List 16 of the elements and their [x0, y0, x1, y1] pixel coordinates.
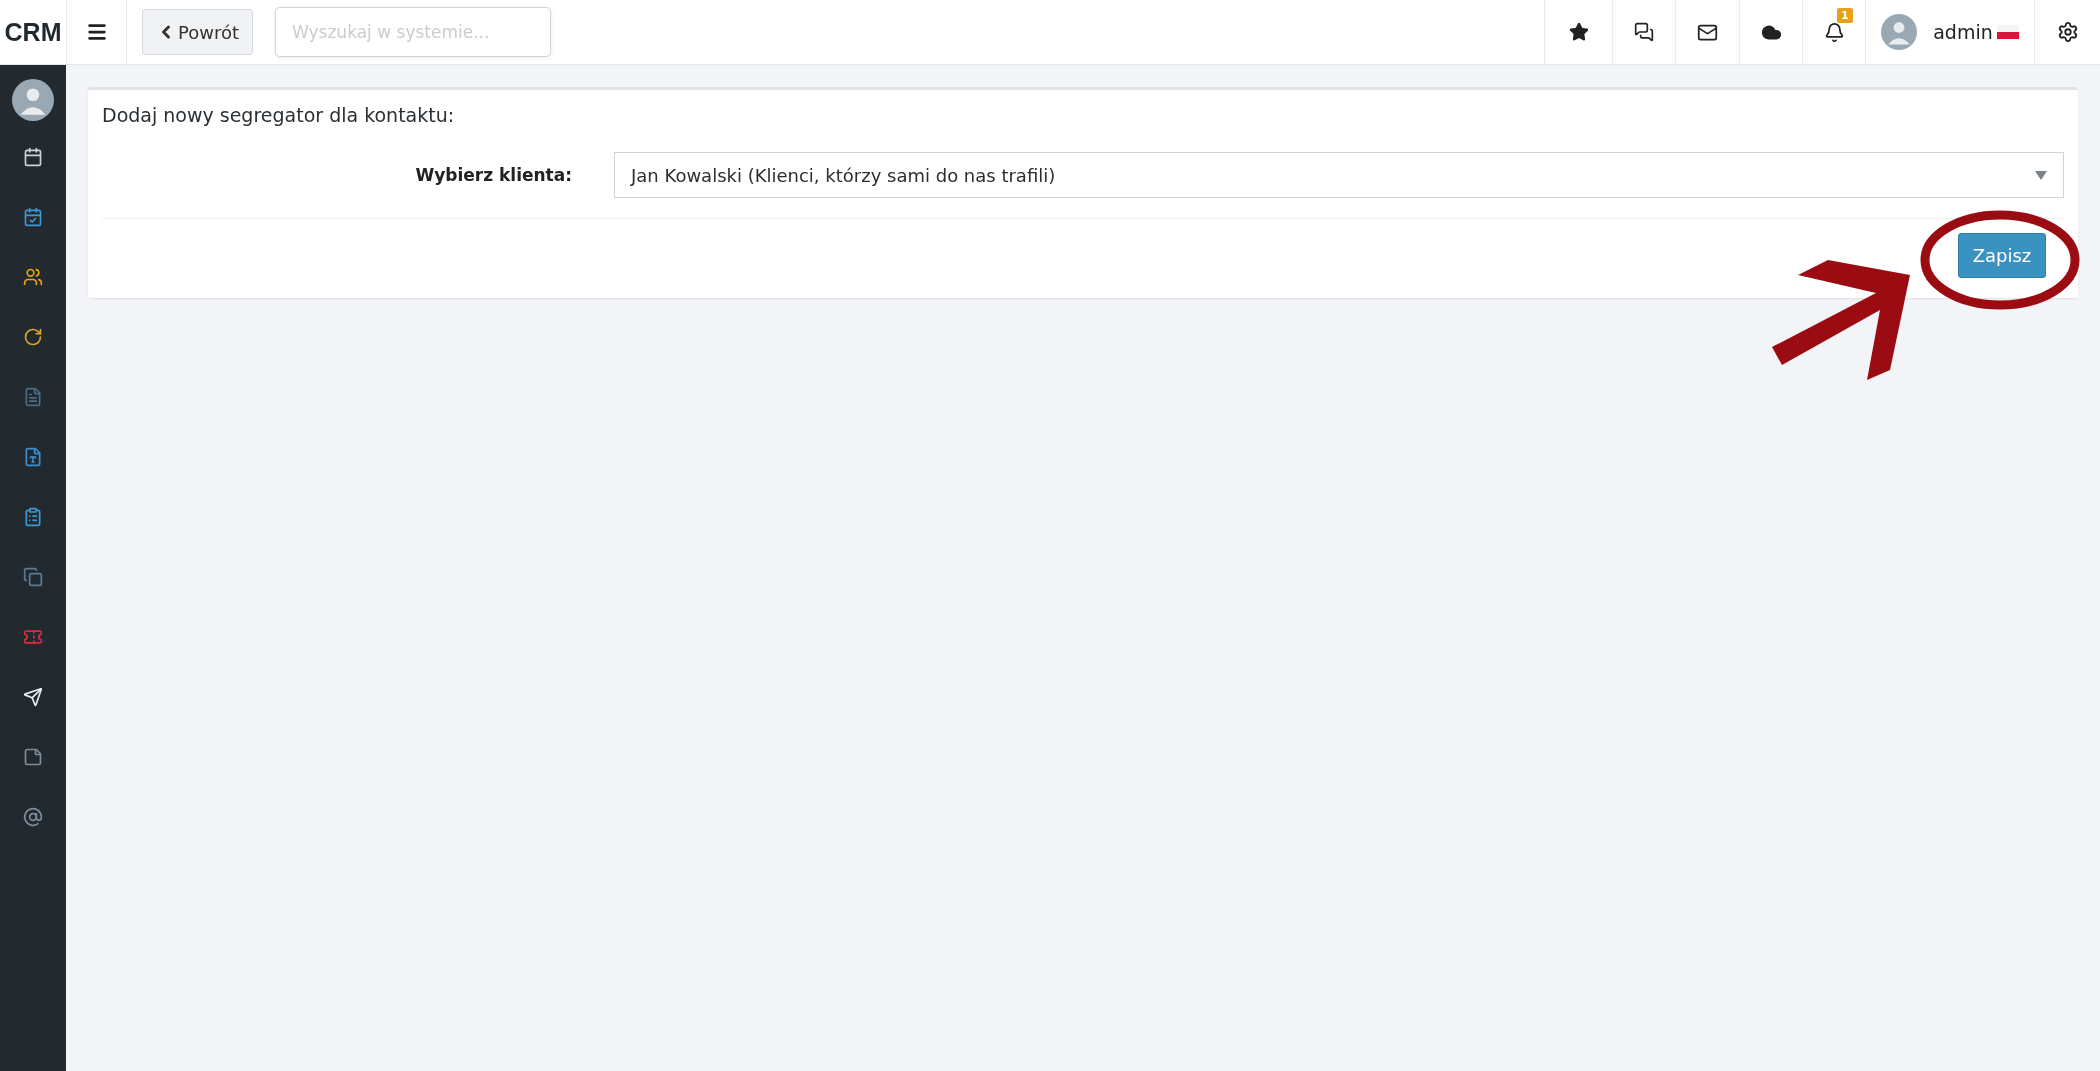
form-title: Dodaj nowy segregator dla kontaktu:: [102, 104, 456, 126]
app-logo[interactable]: CRM: [0, 0, 66, 64]
back-button[interactable]: Powrót: [142, 9, 253, 55]
star-icon[interactable]: [1568, 22, 1589, 42]
avatar-icon: [12, 79, 54, 121]
flag-icon: [1996, 25, 2019, 39]
bell-icon[interactable]: [1823, 21, 1845, 43]
menu-icon[interactable]: [85, 21, 108, 43]
caret-icon: [2035, 170, 2047, 180]
field-label: Wybierz klienta:: [414, 165, 572, 185]
chat-icon[interactable]: [1634, 22, 1654, 42]
settings-icon[interactable]: [2056, 21, 2079, 43]
avatar-icon: [1881, 14, 1918, 50]
user-name[interactable]: admin: [1933, 21, 1993, 43]
client-select[interactable]: Jan Kowalski (Klienci, którzy sami do nas trafili): [614, 152, 2064, 198]
notification-badge: 1: [1837, 8, 1853, 23]
